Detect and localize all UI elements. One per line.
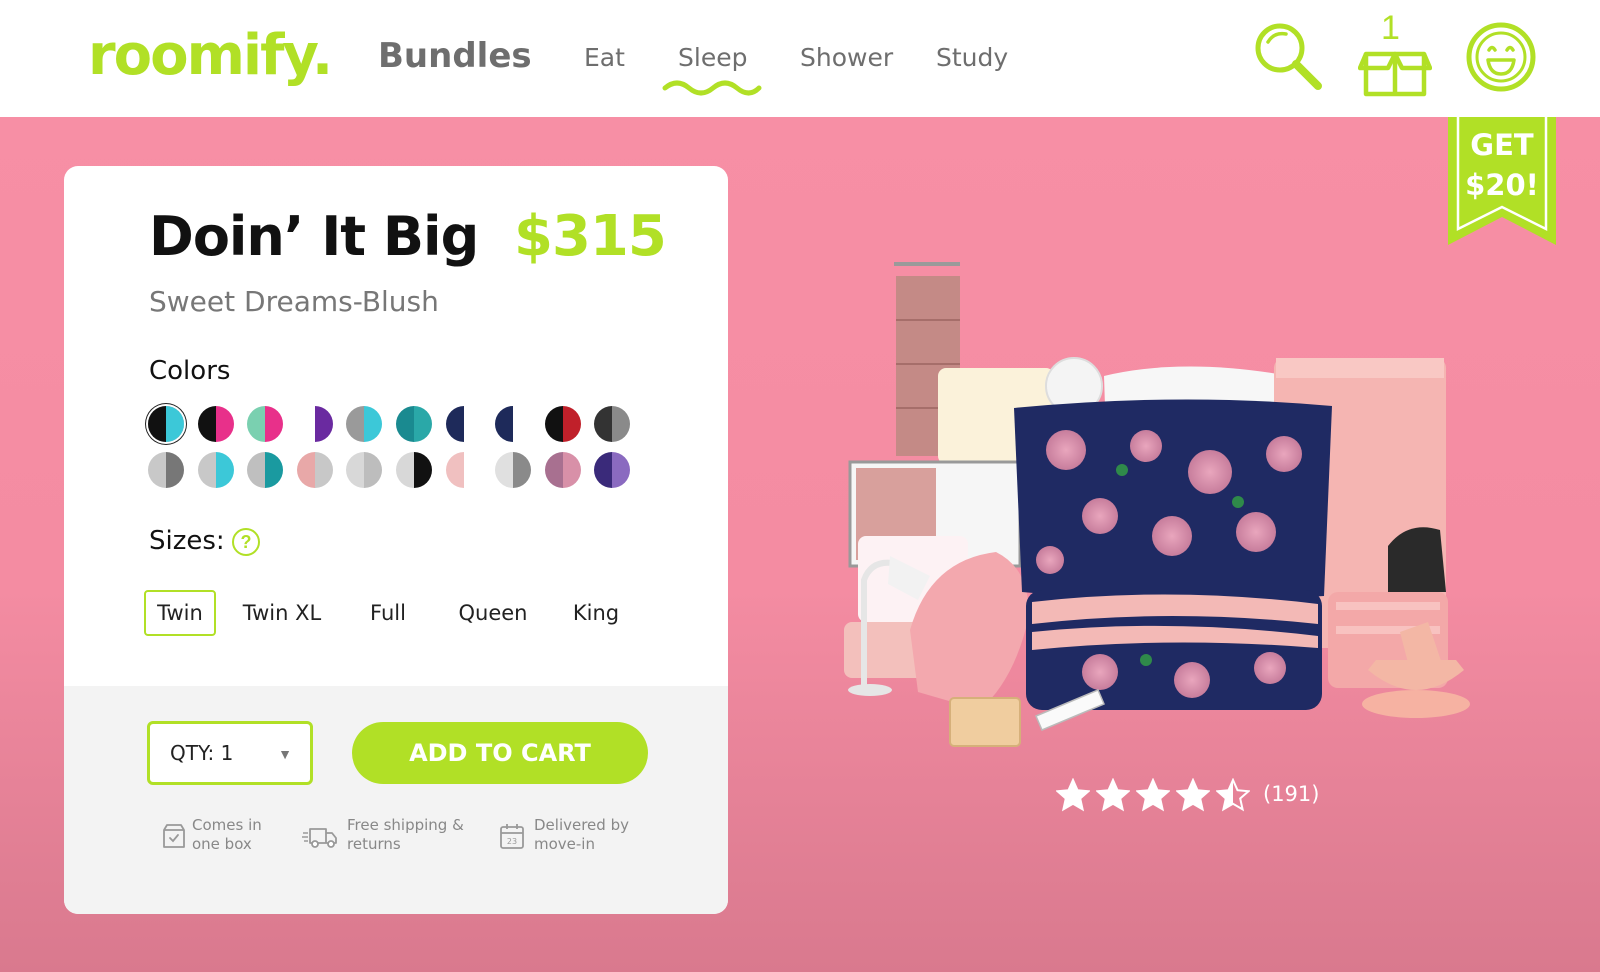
color-swatch-purple-floral[interactable] <box>296 406 333 442</box>
product-title: Doin’ It Big <box>149 205 479 268</box>
size-queen[interactable]: Queen <box>448 590 538 636</box>
calendar-icon: 23 <box>500 824 524 849</box>
nav-bundles[interactable]: Bundles <box>378 34 532 78</box>
color-swatch-gray-teal[interactable] <box>247 452 284 488</box>
delivery-truck-icon <box>302 828 337 848</box>
promo-line-1: GET <box>1470 128 1534 162</box>
color-swatch-blush-white[interactable] <box>445 452 482 488</box>
review-count[interactable]: (191) <box>1263 778 1319 810</box>
color-swatch-navy-stripe[interactable] <box>495 406 532 442</box>
sizes-label: Sizes: <box>149 526 225 556</box>
brand-logo[interactable]: roomify. <box>88 22 333 90</box>
color-swatch-navy-blush-rose[interactable] <box>544 452 581 488</box>
cart-box-icon[interactable] <box>1358 28 1432 102</box>
color-swatch-white-black[interactable] <box>396 452 432 488</box>
promo-line-2: $20! <box>1465 168 1539 202</box>
bundle-product-image <box>844 262 1470 747</box>
quantity-select[interactable]: QTY: 1 ▼ <box>147 721 313 785</box>
star-icon <box>1176 778 1210 812</box>
color-swatch-black-red-stripe[interactable] <box>544 406 581 442</box>
color-swatch-cyan-floral[interactable] <box>346 406 383 442</box>
color-swatch-navy-purple-floral[interactable] <box>594 452 631 488</box>
nav-study[interactable]: Study <box>936 42 1008 74</box>
color-swatch-pink-pattern[interactable] <box>247 406 284 442</box>
size-twin[interactable]: Twin <box>144 590 216 636</box>
feature-free-shipping-text: Free shipping & returns <box>347 816 464 853</box>
color-swatch-gray-marble[interactable] <box>148 452 184 488</box>
help-icon[interactable]: ? <box>232 528 260 556</box>
color-swatch-teal-pattern[interactable] <box>396 406 432 442</box>
star-icon <box>1136 778 1170 812</box>
product-price: $315 <box>514 204 667 269</box>
quantity-value: QTY: 1 <box>170 741 234 765</box>
color-swatch-gray-black-stripe[interactable] <box>594 406 631 442</box>
site-header: roomify. Bundles Eat Sleep Shower Study … <box>0 0 1600 117</box>
active-nav-underline <box>662 80 762 96</box>
color-swatch-gray-white[interactable] <box>495 452 532 488</box>
feature-delivered-by-text: Delivered by move-in <box>534 816 629 853</box>
feature-delivered-by: 23 Delivered by move-in <box>498 816 648 860</box>
size-twin-xl[interactable]: Twin XL <box>232 590 332 636</box>
promo-text[interactable]: GET $20! <box>1448 125 1556 205</box>
color-swatch-gray-cyan[interactable] <box>197 452 234 488</box>
nav-eat[interactable]: Eat <box>584 42 625 74</box>
size-full[interactable]: Full <box>354 590 422 636</box>
color-swatch-black-white-cyan[interactable] <box>148 406 184 442</box>
size-king[interactable]: King <box>560 590 632 636</box>
star-icon <box>1096 778 1130 812</box>
svg-text:23: 23 <box>507 837 517 846</box>
add-to-cart-button[interactable]: ADD TO CART <box>352 722 648 784</box>
box-check-icon <box>163 824 185 848</box>
product-variant: Sweet Dreams-Blush <box>149 285 439 318</box>
nav-shower[interactable]: Shower <box>800 42 893 74</box>
nav-sleep[interactable]: Sleep <box>678 42 747 74</box>
color-swatch-light-gray[interactable] <box>346 452 383 488</box>
colors-label: Colors <box>149 356 231 386</box>
smiley-account-icon[interactable] <box>1464 20 1538 94</box>
caret-down-icon: ▼ <box>278 746 292 762</box>
feature-one-box: Comes in one box <box>160 816 290 860</box>
feature-free-shipping: Free shipping & returns <box>302 816 482 860</box>
feature-one-box-text: Comes in one box <box>192 816 262 853</box>
product-card: Doin’ It Big $315 Sweet Dreams-Blush Col… <box>64 166 728 914</box>
star-icon <box>1056 778 1090 812</box>
star-icon <box>1216 778 1250 812</box>
color-swatch-black-white-pink[interactable] <box>197 406 234 442</box>
color-swatch-navy-pattern[interactable] <box>445 406 482 442</box>
color-swatch-blush-gray[interactable] <box>296 452 333 488</box>
search-icon[interactable] <box>1252 20 1326 94</box>
